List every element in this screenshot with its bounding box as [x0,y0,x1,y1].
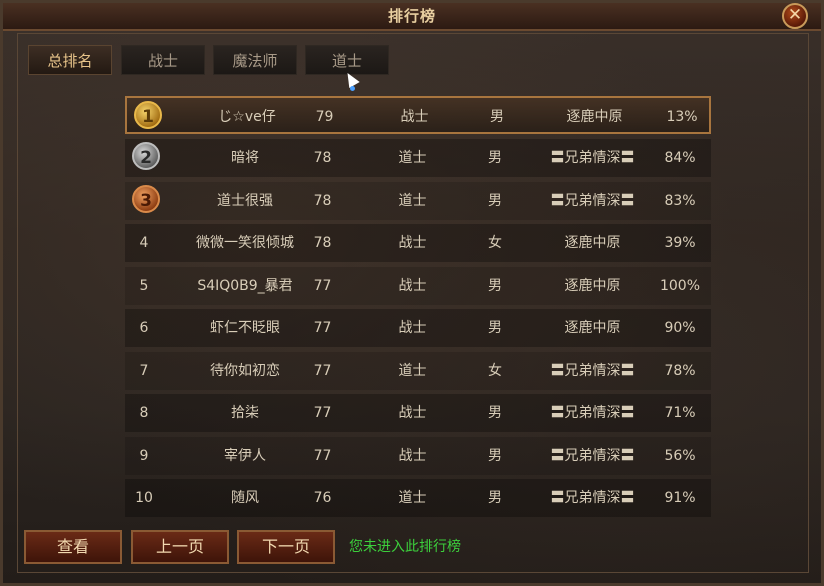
title-bar: 排行榜 [3,3,821,31]
prev-page-button[interactable]: 上一页 [131,530,229,564]
table-row[interactable]: 3 道士很强 78 道士 男 〓兄弟情深〓 83% [125,182,711,220]
tab-taoist[interactable]: 道士 [305,45,389,75]
player-exp-percent: 91% [664,490,696,506]
player-guild: 逐鹿中原 [564,320,621,336]
player-guild: 逐鹿中原 [564,278,621,294]
player-level: 76 [313,490,332,506]
player-class: 战士 [398,320,427,336]
player-level: 77 [313,448,332,464]
tab-overall[interactable]: 总排名 [28,45,112,75]
player-class: 战士 [400,109,429,125]
player-level: 77 [313,405,332,421]
player-exp-percent: 39% [664,235,696,251]
player-rank: 10 [135,490,153,506]
player-level: 77 [313,363,332,379]
player-gender: 男 [488,405,502,421]
player-gender: 男 [488,448,502,464]
player-guild: 〓兄弟情深〓 [550,363,635,379]
player-rank: 8 [139,405,149,421]
player-level: 78 [313,150,332,166]
player-level: 78 [313,235,332,251]
player-class: 战士 [398,448,427,464]
player-gender: 男 [488,193,502,209]
player-guild: 〓兄弟情深〓 [550,405,635,421]
next-page-button[interactable]: 下一页 [237,530,335,564]
player-rank: 7 [139,363,149,379]
table-row[interactable]: 4 微微一笑很倾城 78 战士 女 逐鹿中原 39% [125,224,711,262]
table-row[interactable]: 10 随风 76 道士 男 〓兄弟情深〓 91% [125,479,711,517]
player-exp-percent: 56% [664,448,696,464]
cursor-indicator-icon [350,86,355,91]
player-rank: 4 [139,235,149,251]
close-button[interactable]: ✕ [782,3,808,29]
player-exp-percent: 71% [664,405,696,421]
player-class: 道士 [398,150,427,166]
player-class: 道士 [398,363,427,379]
player-gender: 男 [490,109,504,125]
player-gender: 男 [488,320,502,336]
player-class: 战士 [398,235,427,251]
player-level: 79 [315,109,334,125]
player-guild: 〓兄弟情深〓 [550,193,635,209]
table-row[interactable]: 6 虾仁不眨眼 77 战士 男 逐鹿中原 90% [125,309,711,347]
window-title: 排行榜 [387,7,436,25]
player-level: 77 [313,278,332,294]
silver-medal-icon: 2 [132,142,160,170]
table-row[interactable]: 7 待你如初恋 77 道士 女 〓兄弟情深〓 78% [125,352,711,390]
player-class: 道士 [398,193,427,209]
table-row[interactable]: 9 宰伊人 77 战士 男 〓兄弟情深〓 56% [125,437,711,475]
bronze-medal-icon: 3 [132,185,160,213]
view-button[interactable]: 查看 [24,530,122,564]
table-row[interactable]: 8 拾柒 77 战士 男 〓兄弟情深〓 71% [125,394,711,432]
player-gender: 女 [488,235,502,251]
tab-mage[interactable]: 魔法师 [213,45,297,75]
player-gender: 女 [488,363,502,379]
player-exp-percent: 78% [664,363,696,379]
player-rank: 9 [139,448,149,464]
rank-status-message: 您未进入此排行榜 [349,539,461,555]
player-rank: 6 [139,320,149,336]
player-class: 战士 [398,405,427,421]
player-guild: 〓兄弟情深〓 [550,490,635,506]
player-level: 77 [313,320,332,336]
player-class: 道士 [398,490,427,506]
player-exp-percent: 13% [666,109,698,125]
player-class: 战士 [398,278,427,294]
table-row[interactable]: 5 S4IQ0B9_暴君 77 战士 男 逐鹿中原 100% [125,267,711,305]
table-row[interactable]: 2 暗将 78 道士 男 〓兄弟情深〓 84% [125,139,711,177]
player-rank: 5 [139,278,149,294]
player-level: 78 [313,193,332,209]
player-gender: 男 [488,490,502,506]
player-exp-percent: 100% [659,278,701,294]
player-gender: 男 [488,278,502,294]
player-guild: 逐鹿中原 [566,109,623,125]
player-guild: 〓兄弟情深〓 [550,150,635,166]
gold-medal-icon: 1 [134,101,162,129]
player-exp-percent: 90% [664,320,696,336]
player-exp-percent: 83% [664,193,696,209]
player-guild: 逐鹿中原 [564,235,621,251]
table-row[interactable]: 1 じ☆ve仔 79 战士 男 逐鹿中原 13% [125,96,711,134]
player-exp-percent: 84% [664,150,696,166]
tab-warrior[interactable]: 战士 [121,45,205,75]
player-guild: 〓兄弟情深〓 [550,448,635,464]
player-gender: 男 [488,150,502,166]
